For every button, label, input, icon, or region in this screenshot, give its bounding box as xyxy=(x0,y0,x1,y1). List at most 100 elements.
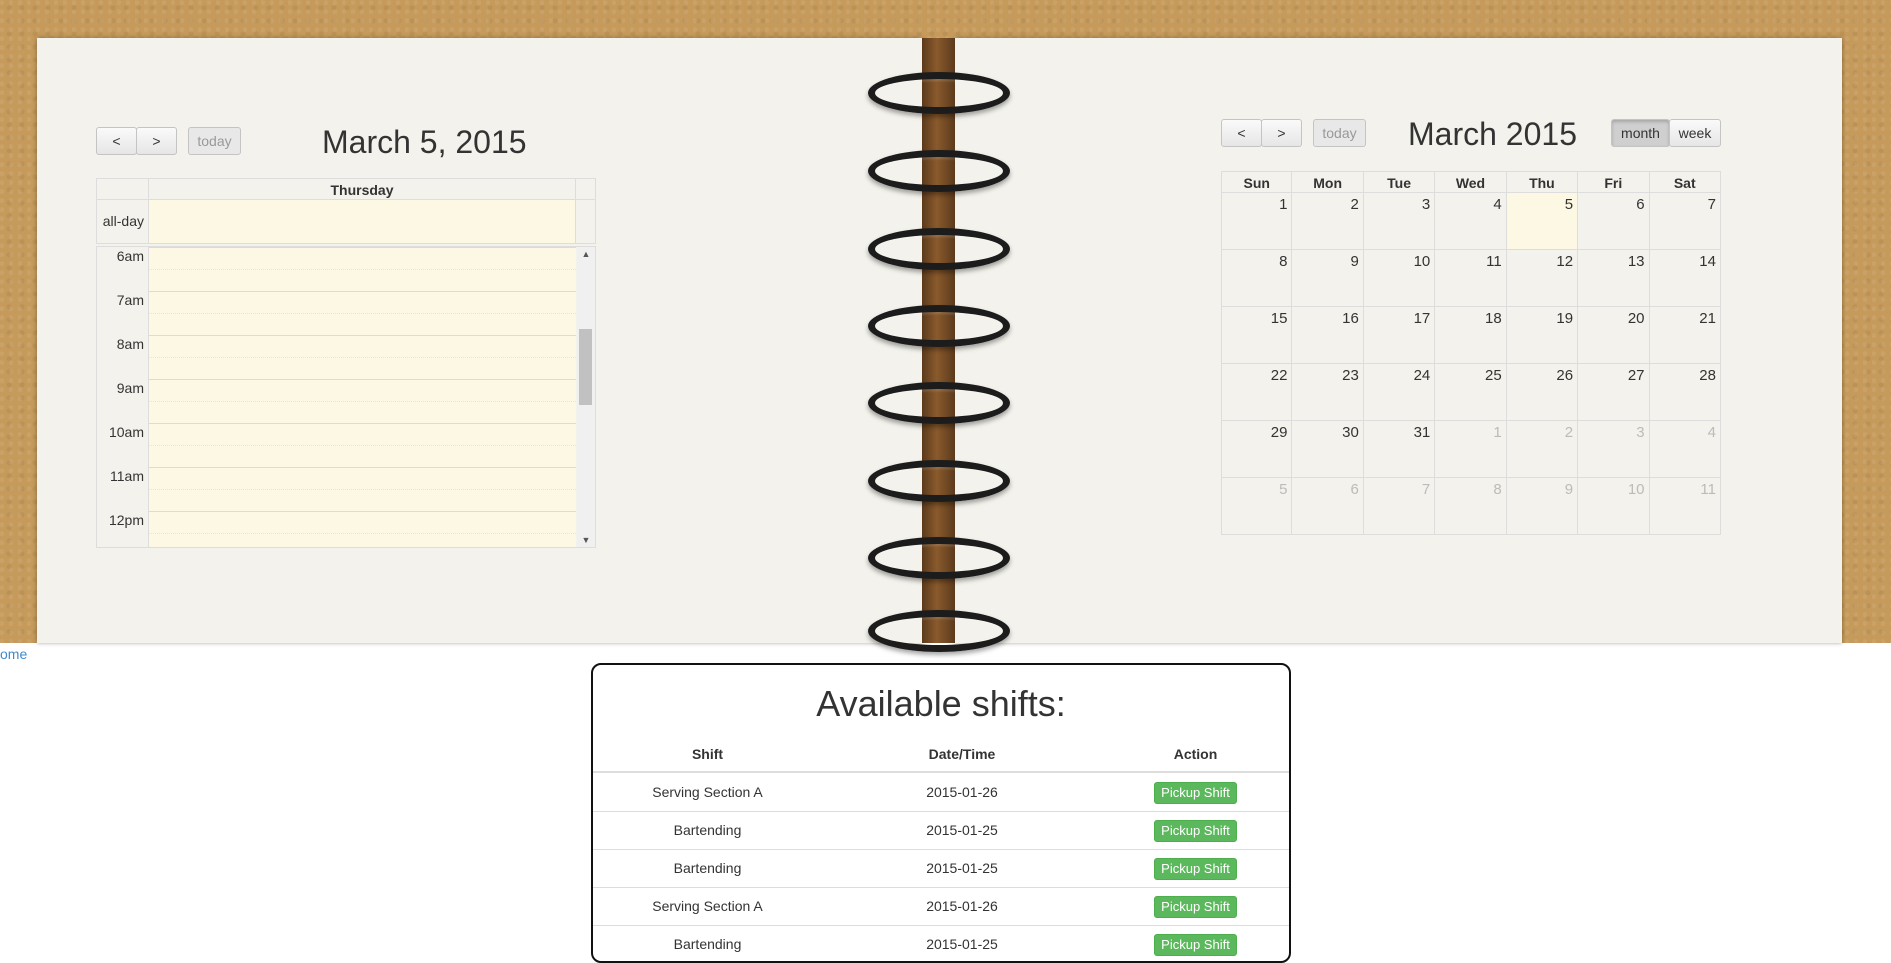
other-month-day-cell[interactable]: 2 xyxy=(1506,421,1579,478)
day-cell[interactable]: 26 xyxy=(1506,364,1579,421)
day-cell[interactable]: 7 xyxy=(1649,193,1721,250)
other-month-day-cell[interactable]: 1 xyxy=(1435,421,1507,478)
other-month-day-cell[interactable]: 11 xyxy=(1649,478,1721,535)
time-label-blank xyxy=(97,533,149,547)
scroll-down-arrow-icon[interactable]: ▼ xyxy=(577,533,595,547)
day-cell[interactable]: 13 xyxy=(1578,250,1650,307)
day-cell[interactable]: 1 xyxy=(1221,193,1293,250)
time-slot-cell[interactable] xyxy=(149,533,576,547)
week-row: 5 6 7 8 9 10 11 xyxy=(1221,478,1721,535)
time-label: 12pm xyxy=(97,511,149,533)
time-slot-cell[interactable] xyxy=(149,313,576,335)
other-month-day-cell[interactable]: 9 xyxy=(1506,478,1579,535)
month-view-button[interactable]: month xyxy=(1611,119,1670,147)
slot-row: 8am xyxy=(97,335,577,357)
day-cell[interactable]: 27 xyxy=(1578,364,1650,421)
day-cell[interactable]: 17 xyxy=(1363,307,1436,364)
month-next-button[interactable]: > xyxy=(1261,119,1302,147)
day-next-button[interactable]: > xyxy=(136,127,177,155)
shift-name: Bartending xyxy=(673,860,742,876)
other-month-day-cell[interactable]: 7 xyxy=(1363,478,1436,535)
other-month-day-cell[interactable]: 3 xyxy=(1578,421,1650,478)
day-cell[interactable]: 15 xyxy=(1221,307,1293,364)
day-cell[interactable]: 3 xyxy=(1363,193,1436,250)
week-row: 29 30 31 1 2 3 4 xyxy=(1221,421,1721,478)
allday-row: all-day xyxy=(96,199,596,244)
time-slot-cell[interactable] xyxy=(149,445,576,467)
pickup-shift-button[interactable]: Pickup Shift xyxy=(1154,782,1237,805)
day-cell[interactable]: 12 xyxy=(1506,250,1579,307)
time-slot-cell[interactable] xyxy=(149,379,576,401)
day-cell[interactable]: 23 xyxy=(1292,364,1364,421)
day-cell[interactable]: 16 xyxy=(1292,307,1364,364)
time-slot-cell[interactable] xyxy=(149,291,576,313)
time-slot-cell[interactable] xyxy=(149,269,576,291)
scroll-up-arrow-icon[interactable]: ▲ xyxy=(577,247,595,261)
time-slot-cell[interactable] xyxy=(149,401,576,423)
week-row: 8 9 10 11 12 13 14 xyxy=(1221,250,1721,307)
spiral-ring xyxy=(868,537,1010,579)
time-slot-cell[interactable] xyxy=(149,423,576,445)
time-label: 7am xyxy=(97,291,149,313)
time-label: 10am xyxy=(97,423,149,445)
pickup-shift-button[interactable]: Pickup Shift xyxy=(1154,896,1237,919)
pickup-shift-button[interactable]: Pickup Shift xyxy=(1154,858,1237,881)
day-cell[interactable]: 10 xyxy=(1363,250,1436,307)
day-view-header: Thursday xyxy=(96,178,596,201)
day-cell[interactable]: 18 xyxy=(1435,307,1507,364)
time-slot-cell[interactable] xyxy=(149,467,576,489)
table-row: Serving Section A 2015-01-26 Pickup Shif… xyxy=(593,887,1289,926)
time-slots-scrollbar[interactable]: ▲ ▼ xyxy=(577,247,595,547)
time-slot-cell[interactable] xyxy=(149,357,576,379)
time-label: 9am xyxy=(97,379,149,401)
slot-row xyxy=(97,357,577,379)
slot-row xyxy=(97,533,577,547)
day-prev-button[interactable]: < xyxy=(96,127,137,155)
other-month-day-cell[interactable]: 4 xyxy=(1649,421,1721,478)
month-today-button[interactable]: today xyxy=(1313,119,1366,147)
other-month-day-cell[interactable]: 5 xyxy=(1221,478,1293,535)
day-cell[interactable]: 9 xyxy=(1292,250,1364,307)
time-slot-cell[interactable] xyxy=(149,335,576,357)
time-slot-cell[interactable] xyxy=(149,489,576,511)
scrollbar-thumb[interactable] xyxy=(579,329,592,405)
day-cell[interactable]: 30 xyxy=(1292,421,1364,478)
weekday-label: Fri xyxy=(1578,171,1650,193)
day-today-button[interactable]: today xyxy=(188,127,241,155)
time-slot-cell[interactable] xyxy=(149,247,576,269)
day-cell[interactable]: 24 xyxy=(1363,364,1436,421)
time-label-blank xyxy=(97,401,149,423)
spiral-ring xyxy=(868,150,1010,192)
week-view-button[interactable]: week xyxy=(1669,119,1721,147)
pickup-shift-button[interactable]: Pickup Shift xyxy=(1154,934,1237,957)
day-cell[interactable]: 2 xyxy=(1292,193,1364,250)
day-cell[interactable]: 8 xyxy=(1221,250,1293,307)
action-cell: Pickup Shift xyxy=(1102,849,1289,887)
day-cell[interactable]: 14 xyxy=(1649,250,1721,307)
day-cell[interactable]: 29 xyxy=(1221,421,1293,478)
home-link[interactable]: ome xyxy=(0,646,27,662)
day-cell[interactable]: 28 xyxy=(1649,364,1721,421)
pickup-shift-button[interactable]: Pickup Shift xyxy=(1154,820,1237,843)
day-view-title: March 5, 2015 xyxy=(322,124,527,160)
day-cell[interactable]: 22 xyxy=(1221,364,1293,421)
day-cell[interactable]: 21 xyxy=(1649,307,1721,364)
day-cell[interactable]: 4 xyxy=(1435,193,1507,250)
day-cell[interactable]: 19 xyxy=(1506,307,1579,364)
other-month-day-cell[interactable]: 6 xyxy=(1292,478,1364,535)
day-cell[interactable]: 20 xyxy=(1578,307,1650,364)
shifts-table-header: Shift Date/Time Action xyxy=(593,741,1289,773)
slot-row: 12pm xyxy=(97,511,577,533)
today-day-cell[interactable]: 5 xyxy=(1506,193,1579,250)
month-prev-button[interactable]: < xyxy=(1221,119,1262,147)
allday-cell[interactable] xyxy=(149,200,576,243)
day-cell[interactable]: 31 xyxy=(1363,421,1436,478)
other-month-day-cell[interactable]: 8 xyxy=(1435,478,1507,535)
time-slot-cell[interactable] xyxy=(149,511,576,533)
day-cell[interactable]: 11 xyxy=(1435,250,1507,307)
day-cell[interactable]: 25 xyxy=(1435,364,1507,421)
time-label: 6am xyxy=(97,247,149,269)
day-cell[interactable]: 6 xyxy=(1578,193,1650,250)
time-slots[interactable]: 6am 7am 8am 9am 10am 11am 12pm ▲ ▼ xyxy=(96,246,596,548)
other-month-day-cell[interactable]: 10 xyxy=(1578,478,1650,535)
